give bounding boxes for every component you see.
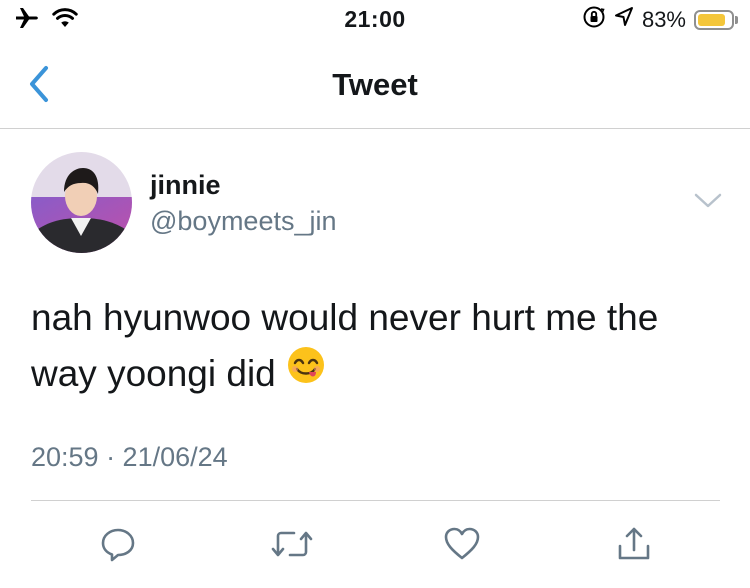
share-icon — [618, 527, 650, 560]
battery-percent: 83% — [641, 7, 686, 32]
battery-tip — [735, 16, 738, 24]
chevron-down-icon — [694, 193, 722, 208]
orientation-lock-icon — [582, 5, 606, 35]
battery-body — [694, 10, 734, 30]
retweet-button[interactable] — [270, 522, 314, 566]
display-name[interactable]: jinnie — [150, 170, 221, 201]
savoring-food-emoji — [286, 345, 326, 401]
nav-bar: Tweet — [0, 40, 750, 129]
tweet-timestamp[interactable]: 20:59 · 21/06/24 — [31, 442, 228, 473]
like-icon — [444, 527, 480, 560]
retweet-icon — [271, 531, 313, 557]
user-handle[interactable]: @boymeets_jin — [150, 206, 337, 237]
share-button[interactable] — [612, 522, 656, 566]
status-bar: 21:00 83% — [0, 0, 750, 40]
tweet-text-content: nah hyunwoo would never hurt me the way … — [31, 297, 659, 394]
battery-icon — [694, 10, 738, 30]
divider — [31, 500, 720, 501]
status-right: 83% — [582, 5, 738, 35]
tweet-menu-button[interactable] — [692, 190, 724, 212]
reply-icon — [101, 528, 135, 562]
page-title: Tweet — [332, 67, 418, 102]
avatar[interactable] — [31, 152, 132, 253]
like-button[interactable] — [440, 522, 484, 566]
location-icon — [614, 6, 634, 34]
tweet-text: nah hyunwoo would never hurt me the way … — [31, 290, 731, 402]
battery-fill — [698, 14, 725, 26]
reply-button[interactable] — [96, 522, 140, 566]
